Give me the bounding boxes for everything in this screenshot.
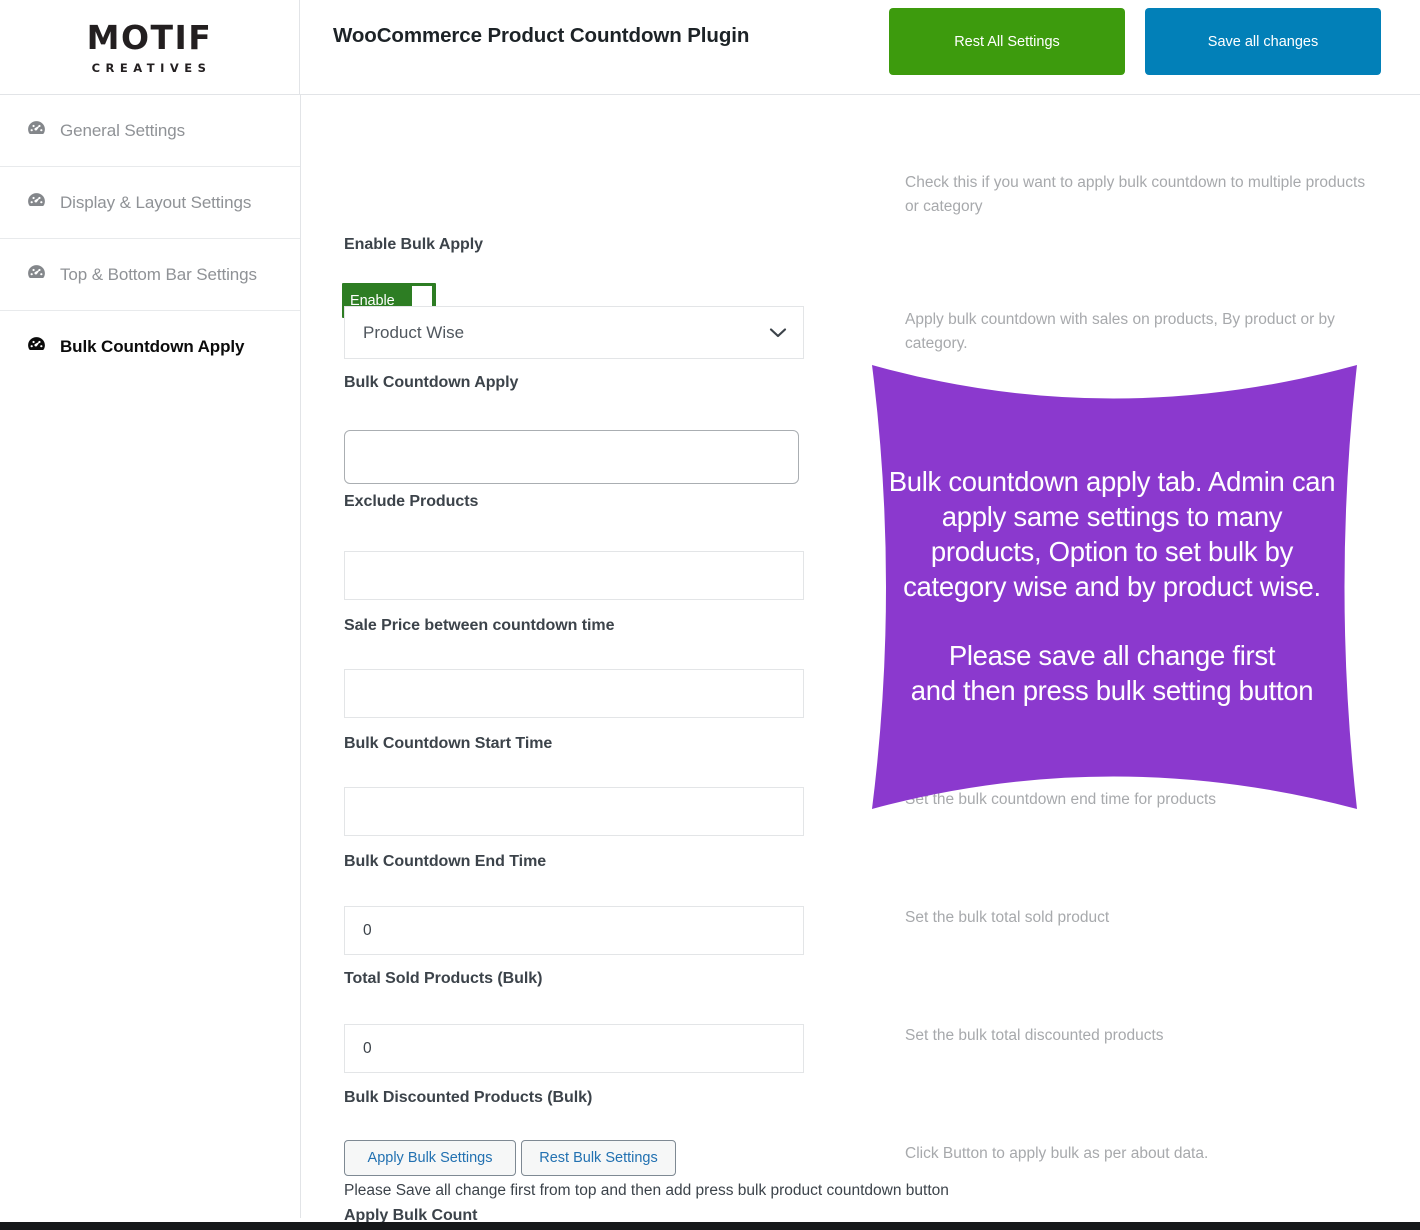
brand-logo: MOTIF CREATIVES [0,0,300,95]
bulk-countdown-end-time-label: Bulk Countdown End Time [344,853,547,870]
sidebar-item-label: General Settings [60,120,186,140]
plugin-settings-page: MOTIF CREATIVES WooCommerce Product Coun… [0,0,1420,1230]
bulk-countdown-apply-select-wrap: Product Wise [344,306,804,359]
bulk-countdown-start-time-label: Bulk Countdown Start Time [344,735,553,752]
sidebar-item-bulk-countdown-apply[interactable]: Bulk Countdown Apply [0,311,300,383]
bulk-countdown-apply-select[interactable]: Product Wise [344,306,804,359]
gauge-icon [26,334,47,360]
sidebar-item-display-layout-settings[interactable]: Display & Layout Settings [0,167,300,239]
logo-tagline: CREATIVES [91,60,212,75]
sidebar-item-general-settings[interactable]: General Settings [0,95,300,167]
sidebar-item-top-bottom-bar-settings[interactable]: Top & Bottom Bar Settings [0,239,300,311]
bulk-discounted-products-input[interactable] [344,1024,804,1073]
bulk-countdown-apply-label: Bulk Countdown Apply [344,374,519,391]
page-title: WooCommerce Product Countdown Plugin [333,24,750,47]
apply-bulk-count-note: Please Save all change first from top an… [344,1182,949,1199]
logo-wordmark: MOTIF [86,17,213,57]
save-all-changes-button[interactable]: Save all changes [1145,8,1381,75]
sidebar-nav: General Settings Display & Layout Settin… [0,95,301,1218]
enable-bulk-apply-description: Check this if you want to apply bulk cou… [905,174,1366,216]
sidebar-item-label: Top & Bottom Bar Settings [60,264,257,284]
sidebar-item-label: Bulk Countdown Apply [60,337,245,356]
apply-bulk-settings-button[interactable]: Apply Bulk Settings [344,1140,516,1176]
bulk-countdown-start-time-input[interactable] [344,669,804,718]
gauge-icon [26,118,47,144]
reset-all-settings-button[interactable]: Rest All Settings [889,8,1125,75]
settings-main-panel: Enable Bulk Apply Enable Check this if y… [302,95,1420,1224]
exclude-products-label: Exclude Products [344,493,479,510]
apply-bulk-count-description: Click Button to apply bulk as per about … [905,1145,1209,1162]
sidebar-item-label: Display & Layout Settings [60,192,252,212]
page-header: MOTIF CREATIVES WooCommerce Product Coun… [0,0,1420,95]
bulk-countdown-end-time-input[interactable] [344,787,804,836]
gauge-icon [26,262,47,288]
bulk-countdown-apply-description: Apply bulk countdown with sales on produ… [905,311,1335,353]
gauge-icon [26,190,47,216]
total-sold-products-description: Set the bulk total sold product [905,909,1110,926]
bulk-discounted-products-label: Bulk Discounted Products (Bulk) [344,1089,593,1106]
total-sold-products-input[interactable] [344,906,804,955]
sale-price-between-label: Sale Price between countdown time [344,617,615,634]
bulk-discounted-products-description: Set the bulk total discounted products [905,1027,1164,1044]
enable-bulk-apply-label: Enable Bulk Apply [344,236,484,253]
page-bottom-bar [0,1222,1420,1230]
total-sold-products-label: Total Sold Products (Bulk) [344,970,543,987]
reset-bulk-settings-button[interactable]: Rest Bulk Settings [521,1140,676,1176]
exclude-products-input[interactable] [344,430,799,484]
sale-price-between-input[interactable] [344,551,804,600]
bulk-countdown-end-time-description: Set the bulk countdown end time for prod… [905,791,1217,808]
